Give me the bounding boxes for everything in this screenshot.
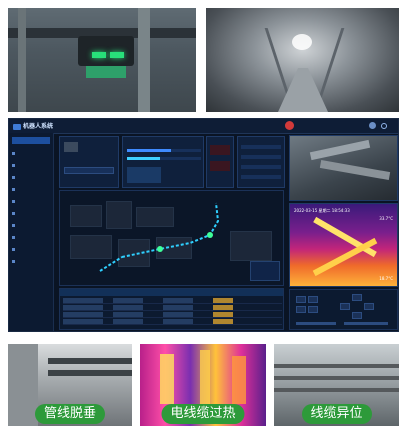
thermal-timestamp: 2022-03-15 星期二 18:54:33 bbox=[294, 208, 350, 213]
pipe bbox=[48, 358, 132, 364]
robot-info-panel bbox=[59, 136, 119, 188]
alert-stats-panel bbox=[206, 136, 234, 188]
slider[interactable] bbox=[296, 322, 336, 325]
control-button[interactable] bbox=[308, 296, 318, 303]
tunnel-corridor-photo bbox=[206, 8, 399, 112]
hot-spot bbox=[232, 356, 246, 404]
sidebar-item[interactable] bbox=[12, 197, 50, 204]
dashboard-sidebar bbox=[9, 133, 54, 331]
table-row[interactable] bbox=[63, 305, 282, 311]
cable-tray bbox=[274, 364, 399, 368]
sensor-panel bbox=[237, 136, 285, 188]
table-row[interactable] bbox=[63, 312, 282, 318]
cable-tray bbox=[274, 376, 399, 380]
scenario-photo-cable-displacement: 线缆异位 bbox=[274, 344, 399, 426]
thermal-camera-feed[interactable]: 2022-03-15 星期二 18:54:33 33.7°C 18.7°C bbox=[289, 203, 398, 287]
map-legend bbox=[250, 261, 280, 281]
sensor-row bbox=[241, 175, 281, 179]
sidebar-item[interactable] bbox=[12, 149, 50, 156]
sidebar-item-active[interactable] bbox=[12, 137, 50, 144]
hot-spot bbox=[200, 350, 210, 406]
robot-thumbnail bbox=[64, 142, 78, 152]
sidebar-item[interactable] bbox=[12, 233, 50, 240]
sidebar-item[interactable] bbox=[12, 257, 50, 264]
alarm-icon[interactable] bbox=[285, 121, 294, 130]
table-header bbox=[60, 289, 283, 296]
scenario-label: 电线缆过热 bbox=[161, 404, 245, 424]
sensor-row bbox=[241, 155, 281, 159]
robot-body bbox=[78, 36, 134, 66]
robot-green-light bbox=[110, 52, 124, 58]
sidebar-item[interactable] bbox=[12, 161, 50, 168]
logo-icon bbox=[13, 123, 21, 130]
progress-bar bbox=[127, 157, 201, 160]
wall-pipe bbox=[138, 8, 150, 112]
pipe bbox=[309, 139, 371, 161]
system-title-text: 机器人系统 bbox=[23, 123, 54, 130]
alert-count-box bbox=[210, 161, 230, 171]
sidebar-item[interactable] bbox=[12, 185, 50, 192]
robot-control-panel bbox=[289, 289, 398, 330]
control-button[interactable] bbox=[308, 306, 318, 313]
system-title: 机器人系统 bbox=[13, 121, 53, 130]
hot-cable bbox=[312, 237, 378, 277]
scenario-label: 线缆异位 bbox=[301, 404, 372, 424]
sidebar-item[interactable] bbox=[12, 221, 50, 228]
robot-green-light bbox=[92, 52, 106, 58]
visible-camera-feed[interactable] bbox=[289, 135, 398, 201]
robot-select[interactable] bbox=[64, 167, 114, 174]
direction-up-button[interactable] bbox=[352, 294, 362, 301]
reading-box bbox=[127, 167, 161, 183]
scenario-label: 管线脱垂 bbox=[34, 404, 106, 424]
tunnel-map[interactable] bbox=[59, 190, 284, 286]
slider[interactable] bbox=[344, 322, 388, 325]
progress-bar bbox=[127, 149, 201, 152]
monitoring-dashboard: 机器人系统 2022-03-15 星期二 18:54:33 33.7°C 18.… bbox=[8, 118, 399, 332]
environment-panel bbox=[122, 136, 204, 188]
sensor-row bbox=[241, 165, 281, 169]
sidebar-item[interactable] bbox=[12, 173, 50, 180]
control-button[interactable] bbox=[296, 296, 306, 303]
user-avatar[interactable] bbox=[369, 122, 376, 129]
pipe bbox=[48, 370, 132, 376]
thermal-min-temp: 18.7°C bbox=[379, 276, 393, 281]
cable-tray-left bbox=[206, 28, 291, 98]
control-button[interactable] bbox=[296, 306, 306, 313]
scenario-photo-pipe-sag: 管线脱垂 bbox=[8, 344, 132, 426]
tunnel-wall bbox=[8, 344, 38, 426]
alarm-record-table bbox=[59, 288, 284, 330]
direction-down-button[interactable] bbox=[352, 312, 362, 319]
cable-tray bbox=[274, 388, 399, 392]
direction-right-button[interactable] bbox=[364, 303, 374, 310]
direction-left-button[interactable] bbox=[340, 303, 350, 310]
robot-base bbox=[86, 66, 126, 78]
robot-in-tunnel-photo bbox=[8, 8, 196, 112]
settings-icon[interactable] bbox=[381, 123, 387, 129]
thermal-max-temp: 33.7°C bbox=[379, 216, 393, 221]
sidebar-item[interactable] bbox=[12, 245, 50, 252]
tunnel-vanishing-light bbox=[292, 34, 312, 50]
alert-count-box bbox=[210, 145, 230, 155]
table-row[interactable] bbox=[63, 298, 282, 304]
table-row[interactable] bbox=[63, 319, 282, 325]
pipe bbox=[319, 159, 391, 181]
sidebar-item[interactable] bbox=[12, 209, 50, 216]
sensor-row bbox=[241, 145, 281, 149]
cable-tray-right bbox=[318, 28, 399, 98]
hot-cable bbox=[313, 216, 377, 258]
dashboard-topbar: 机器人系统 bbox=[9, 119, 398, 134]
wall-pipe bbox=[18, 8, 26, 112]
scenario-photo-cable-overheat: 电线缆过热 bbox=[140, 344, 266, 426]
hot-spot bbox=[160, 354, 174, 404]
